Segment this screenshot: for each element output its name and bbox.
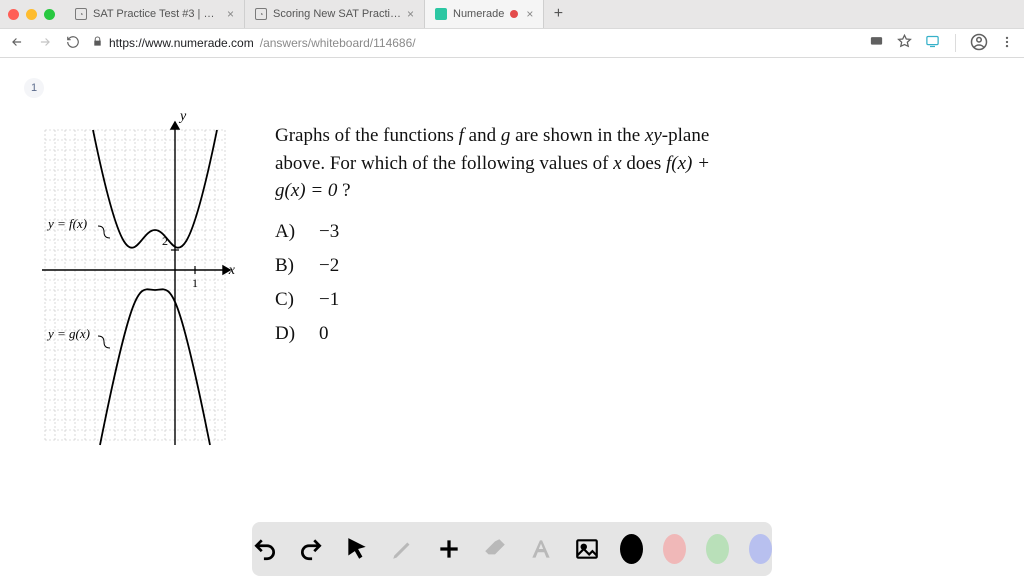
- answer-value: −2: [319, 255, 339, 277]
- text-icon: [528, 536, 554, 562]
- answer-b[interactable]: B) −2: [275, 255, 994, 277]
- kebab-menu-icon[interactable]: [998, 35, 1016, 52]
- graph-svg: 1 2 y x: [30, 110, 235, 450]
- pointer-icon: [344, 536, 370, 562]
- profile-avatar-icon[interactable]: [970, 33, 988, 54]
- answers-list: A) −3 B) −2 C) −1 D) 0: [275, 221, 994, 345]
- f-label: y = f(x): [46, 216, 87, 231]
- tab-numerade[interactable]: Numerade ×: [425, 0, 544, 28]
- tab-strip: ◔ SAT Practice Test #3 | SAT Su × ◔ Scor…: [65, 0, 1016, 28]
- url-host: https://www.numerade.com: [109, 36, 254, 50]
- answer-label: C): [275, 289, 301, 311]
- add-button[interactable]: [436, 534, 462, 564]
- tab-scoring-sat[interactable]: ◔ Scoring New SAT Practice Tes ×: [245, 0, 425, 28]
- redo-button[interactable]: [298, 534, 324, 564]
- eraser-icon: [482, 536, 508, 562]
- page-content: 1: [0, 58, 1024, 582]
- forward-button[interactable]: [36, 35, 54, 52]
- pen-button[interactable]: [390, 534, 416, 564]
- question-block: Graphs of the functions f and g are show…: [275, 110, 994, 455]
- presenter-icon[interactable]: [867, 34, 885, 52]
- arrow-right-icon: [38, 35, 52, 49]
- bookmark-star-icon[interactable]: [895, 34, 913, 52]
- close-icon[interactable]: ×: [227, 7, 234, 21]
- collegeboard-icon: ◔: [255, 8, 267, 20]
- whiteboard-toolbar: [252, 522, 772, 576]
- collegeboard-icon: ◔: [75, 8, 87, 20]
- titlebar: ◔ SAT Practice Test #3 | SAT Su × ◔ Scor…: [0, 0, 1024, 28]
- undo-button[interactable]: [252, 534, 278, 564]
- answer-value: −3: [319, 221, 339, 243]
- tab-title: Numerade: [453, 8, 504, 20]
- plus-icon: [436, 536, 462, 562]
- x-axis-label: x: [228, 263, 235, 278]
- traffic-lights: [8, 9, 55, 20]
- lock-icon: [92, 36, 103, 50]
- image-button[interactable]: [574, 534, 600, 564]
- close-icon[interactable]: ×: [526, 7, 533, 21]
- content-row: 1 2 y x: [30, 110, 994, 455]
- g-label: y = g(x): [46, 326, 90, 341]
- reload-button[interactable]: [64, 35, 82, 52]
- eraser-button[interactable]: [482, 534, 508, 564]
- color-red[interactable]: [663, 534, 686, 564]
- window-zoom-button[interactable]: [44, 9, 55, 20]
- pointer-button[interactable]: [344, 534, 370, 564]
- tab-title: Scoring New SAT Practice Tes: [273, 8, 401, 20]
- undo-icon: [252, 536, 278, 562]
- tab-title: SAT Practice Test #3 | SAT Su: [93, 8, 221, 20]
- text-button[interactable]: [528, 534, 554, 564]
- redo-icon: [298, 536, 324, 562]
- answer-a[interactable]: A) −3: [275, 221, 994, 243]
- x-tick-1: 1: [192, 276, 198, 290]
- new-tab-button[interactable]: +: [544, 0, 572, 28]
- separator: [955, 34, 956, 52]
- answer-c[interactable]: C) −1: [275, 289, 994, 311]
- url-bar: https://www.numerade.com/answers/whitebo…: [0, 28, 1024, 58]
- url-path: /answers/whiteboard/114686/: [260, 36, 416, 50]
- answer-value: 0: [319, 323, 329, 345]
- color-black[interactable]: [620, 534, 643, 564]
- answer-label: B): [275, 255, 301, 277]
- step-badge[interactable]: 1: [24, 78, 44, 98]
- cast-icon[interactable]: [923, 34, 941, 52]
- numerade-icon: [435, 8, 447, 20]
- window-close-button[interactable]: [8, 9, 19, 20]
- tab-sat-practice-test[interactable]: ◔ SAT Practice Test #3 | SAT Su ×: [65, 0, 245, 28]
- answer-label: D): [275, 323, 301, 345]
- color-blue[interactable]: [749, 534, 772, 564]
- reload-icon: [66, 35, 80, 49]
- figure: 1 2 y x: [30, 110, 235, 455]
- arrow-left-icon: [10, 35, 24, 49]
- back-button[interactable]: [8, 35, 26, 52]
- address-field[interactable]: https://www.numerade.com/answers/whitebo…: [92, 36, 857, 50]
- question-text: Graphs of the functions f and g are show…: [275, 122, 715, 205]
- pencil-icon: [390, 536, 416, 562]
- recording-indicator-icon: [510, 10, 518, 18]
- answer-d[interactable]: D) 0: [275, 323, 994, 345]
- answer-label: A): [275, 221, 301, 243]
- close-icon[interactable]: ×: [407, 7, 414, 21]
- color-green[interactable]: [706, 534, 729, 564]
- answer-value: −1: [319, 289, 339, 311]
- y-axis-label: y: [178, 110, 187, 124]
- window-minimize-button[interactable]: [26, 9, 37, 20]
- step-number: 1: [31, 82, 37, 94]
- image-icon: [574, 536, 600, 562]
